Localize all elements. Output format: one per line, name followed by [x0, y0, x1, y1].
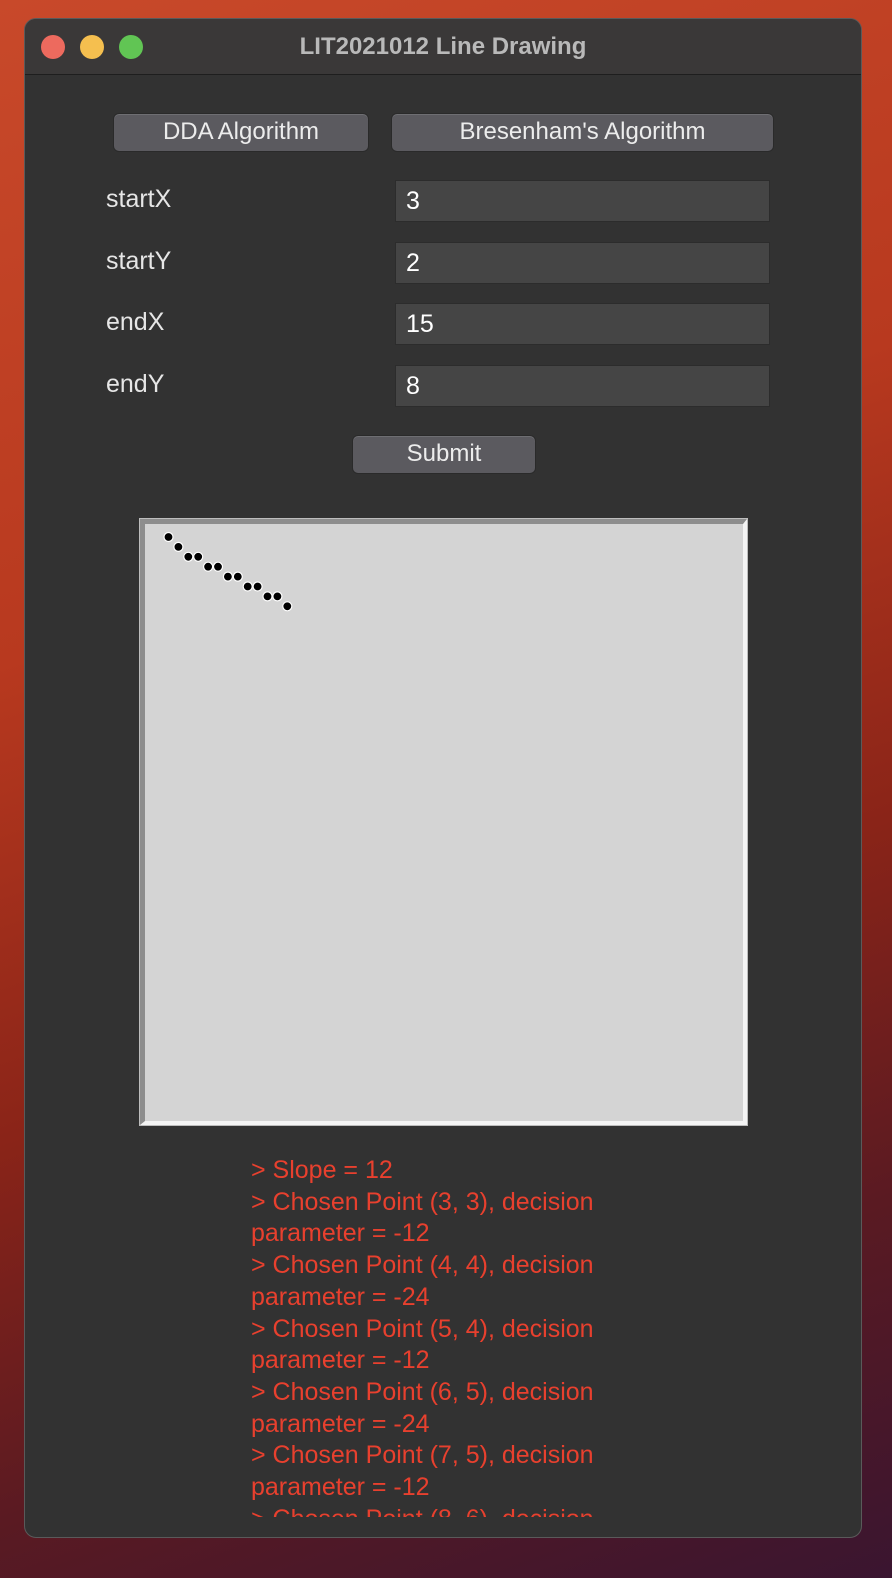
plotted-point	[183, 551, 194, 562]
start-y-input[interactable]: 2	[395, 242, 770, 284]
app-window: LIT2021012 Line Drawing DDA Algorithm Br…	[24, 18, 862, 1538]
plotted-point	[262, 591, 273, 602]
log-line: > Slope = 12	[251, 1156, 393, 1184]
plotted-point	[163, 531, 174, 543]
log-line: > Chosen Point (4, 4), decision paramete…	[251, 1251, 594, 1311]
log-line: > Chosen Point (5, 4), decision paramete…	[251, 1314, 594, 1375]
drawing-canvas	[139, 518, 748, 1126]
plotted-point	[272, 591, 283, 602]
end-y-input[interactable]: 8	[395, 365, 770, 407]
output-log: > Slope = 12 > Chosen Point (3, 3), decis…	[251, 1155, 671, 1517]
plotted-point	[242, 581, 253, 592]
plotted-point	[222, 571, 234, 582]
start-x-label: startX	[106, 185, 172, 213]
submit-button[interactable]: Submit	[352, 435, 536, 474]
plotted-point	[173, 541, 184, 552]
plotted-point	[193, 551, 204, 562]
start-y-label: startY	[106, 247, 172, 275]
plotted-point	[232, 571, 243, 582]
log-line: > Chosen Point (8, 6), decision paramete…	[251, 1504, 671, 1517]
title-bar: LIT2021012 Line Drawing	[25, 19, 861, 75]
plotted-point	[212, 561, 224, 572]
log-line: > Chosen Point (7, 5), decision paramete…	[251, 1441, 594, 1502]
log-line: > Chosen Point (3, 3), decision paramete…	[251, 1187, 594, 1248]
plotted-point	[282, 601, 293, 612]
plotted-point	[252, 581, 263, 592]
end-x-input[interactable]: 15	[395, 303, 770, 345]
bresenham-algorithm-button[interactable]: Bresenham's Algorithm	[391, 113, 774, 152]
end-y-label: endY	[106, 370, 165, 398]
dda-algorithm-button[interactable]: DDA Algorithm	[113, 113, 369, 152]
end-x-label: endX	[106, 308, 165, 336]
line-plot	[163, 531, 293, 612]
plotted-point	[202, 561, 214, 572]
window-title: LIT2021012 Line Drawing	[299, 33, 587, 60]
start-x-input[interactable]: 3	[395, 180, 770, 222]
log-line: > Chosen Point (6, 5), decision paramete…	[251, 1377, 594, 1438]
